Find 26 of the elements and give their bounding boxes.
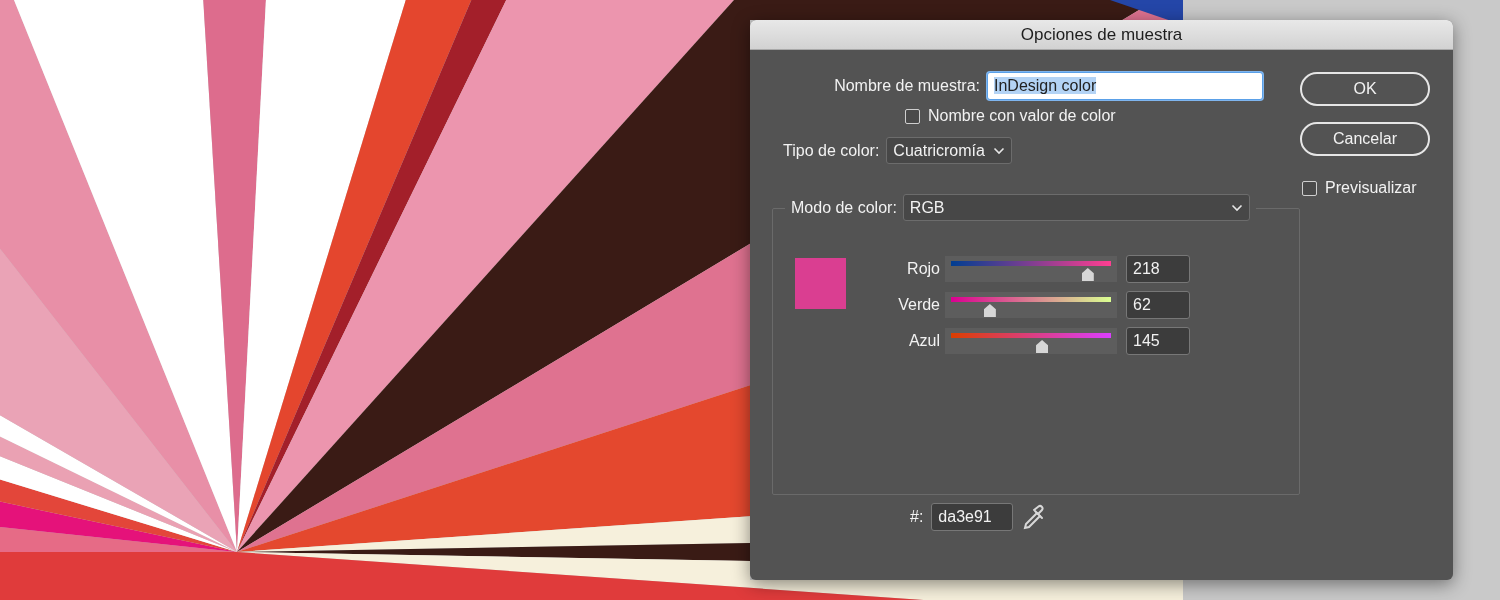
channel-label: Azul xyxy=(907,331,940,351)
field-label: Nombre de muestra: xyxy=(833,76,980,96)
channel-label: Verde xyxy=(897,295,940,315)
input-field[interactable]: InDesign color xyxy=(987,72,1263,100)
checkbox-label: Nombre con valor de color xyxy=(928,106,1116,126)
field-label: Modo de color: xyxy=(791,197,897,218)
field-label: #: xyxy=(910,507,924,527)
value-input-field[interactable]: 218 xyxy=(1126,255,1190,283)
window-title: Opciones de muestra xyxy=(750,20,1453,50)
field-label: Tipo de color: xyxy=(783,140,880,161)
dropdown[interactable]: RGB xyxy=(902,194,1250,221)
slider-thumb[interactable] xyxy=(1081,268,1094,281)
value-input-field[interactable]: 145 xyxy=(1126,327,1190,355)
dialog-button[interactable]: OK xyxy=(1300,72,1430,106)
chevron-down-icon xyxy=(992,146,1005,155)
slider-thumb[interactable] xyxy=(1036,340,1049,353)
dialog-button[interactable]: Cancelar xyxy=(1300,122,1430,156)
value-input-field[interactable]: 62 xyxy=(1126,291,1190,319)
chevron-down-icon xyxy=(1230,203,1243,212)
channel-label: Rojo xyxy=(906,259,940,279)
dropdown[interactable]: Cuatricromía xyxy=(886,137,1012,164)
checkbox[interactable] xyxy=(1302,180,1317,196)
checkbox[interactable] xyxy=(905,108,920,124)
checkbox-label: Previsualizar xyxy=(1325,178,1417,198)
slider-thumb[interactable] xyxy=(983,304,996,317)
hex-input-field[interactable]: da3e91 xyxy=(931,503,1014,531)
